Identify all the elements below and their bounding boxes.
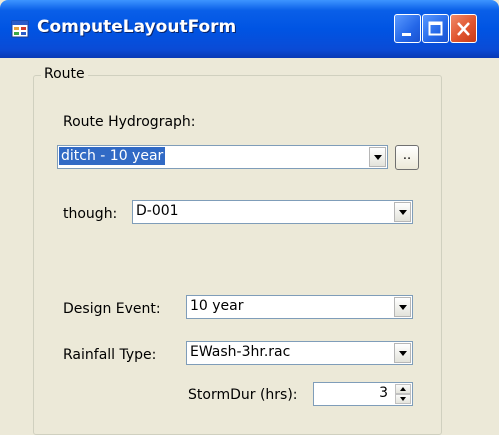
- storm-dur-label: StormDur (hrs):: [188, 387, 298, 403]
- chevron-down-icon[interactable]: [369, 147, 386, 167]
- chevron-down-icon[interactable]: [394, 297, 411, 317]
- form-icon: [11, 20, 29, 38]
- design-event-label: Design Event:: [63, 301, 161, 317]
- storm-dur-spinner[interactable]: 3: [313, 382, 413, 406]
- route-hydrograph-combo[interactable]: ditch - 10 year: [57, 145, 388, 169]
- window-title: ComputeLayoutForm: [37, 17, 237, 37]
- through-label: though:: [63, 206, 118, 222]
- route-group-legend: Route: [41, 66, 88, 82]
- minimize-button[interactable]: [394, 14, 421, 43]
- design-event-value: 10 year: [190, 298, 244, 314]
- maximize-icon: [428, 21, 443, 36]
- spin-up-icon[interactable]: [395, 384, 411, 394]
- through-combo[interactable]: D-001: [132, 200, 413, 224]
- title-bar[interactable]: ComputeLayoutForm: [0, 0, 499, 58]
- close-icon: [457, 22, 470, 36]
- rainfall-type-value: EWash-3hr.rac: [190, 344, 291, 360]
- design-event-combo[interactable]: 10 year: [186, 295, 413, 319]
- maximize-button[interactable]: [422, 14, 449, 43]
- spin-down-icon[interactable]: [395, 394, 411, 404]
- rainfall-type-label: Rainfall Type:: [63, 347, 157, 363]
- rainfall-type-combo[interactable]: EWash-3hr.rac: [186, 341, 413, 365]
- minimize-icon: [402, 33, 411, 36]
- through-value: D-001: [136, 203, 179, 219]
- chevron-down-icon[interactable]: [394, 343, 411, 363]
- close-button[interactable]: [450, 14, 477, 43]
- route-hydrograph-value: ditch - 10 year: [59, 147, 166, 165]
- route-hydrograph-label: Route Hydrograph:: [63, 114, 196, 130]
- browse-button[interactable]: ..: [395, 145, 419, 170]
- chevron-down-icon[interactable]: [394, 202, 411, 222]
- storm-dur-value: 3: [379, 385, 388, 401]
